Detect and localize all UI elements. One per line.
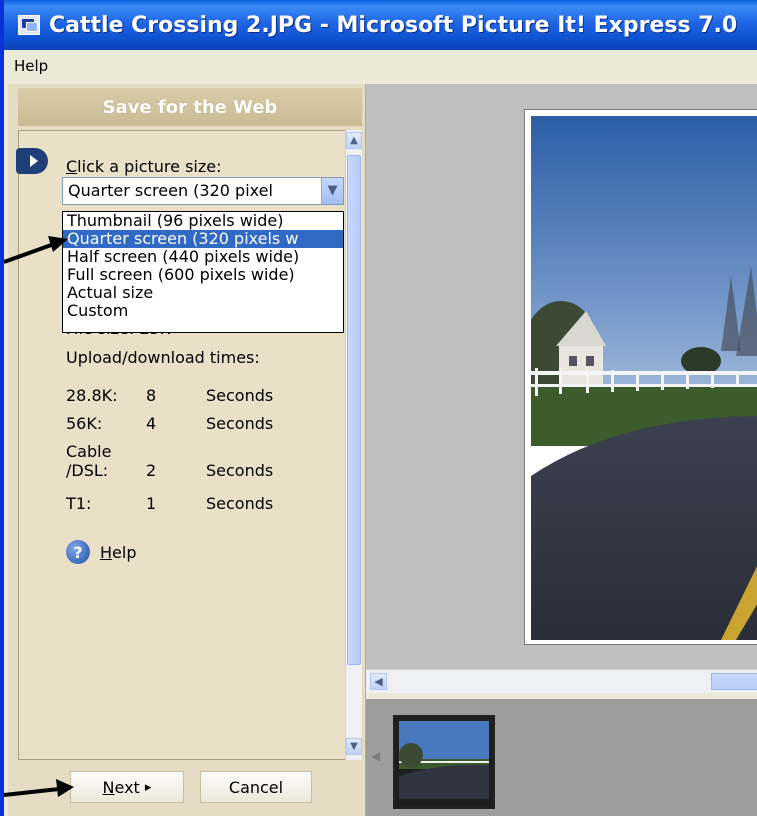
panel-scrollbar[interactable]: ▲ ▼ xyxy=(345,130,362,760)
dropdown-option[interactable]: Actual size xyxy=(63,284,343,302)
chevron-down-icon[interactable]: ▼ xyxy=(321,178,343,204)
photo-frame xyxy=(524,109,757,645)
scrollbar-thumb[interactable] xyxy=(711,673,757,690)
table-row: T1: 1 Seconds xyxy=(66,494,306,514)
next-label: ext xyxy=(114,777,140,797)
menu-help[interactable]: Help xyxy=(14,57,48,75)
app-icon[interactable] xyxy=(18,15,40,35)
next-accel: N xyxy=(102,777,115,797)
image-workspace xyxy=(366,84,757,669)
step-arrow-icon xyxy=(16,148,48,174)
dropdown-option-selected[interactable]: Quarter screen (320 pixels w xyxy=(63,230,343,248)
speed-unit: Seconds xyxy=(206,414,274,433)
speed-unit: Seconds xyxy=(206,461,274,480)
window-title: Cattle Crossing 2.JPG - Microsoft Pictur… xyxy=(49,12,738,38)
dropdown-option[interactable]: Custom xyxy=(63,302,343,320)
dropdown-option[interactable]: Thumbnail (96 pixels wide) xyxy=(63,212,343,230)
triangle-right-icon: ▸ xyxy=(144,779,152,795)
dropdown-option[interactable]: Full screen (600 pixels wide) xyxy=(63,266,343,284)
thumbnail-image xyxy=(399,721,489,799)
dropdown-option[interactable]: Half screen (440 pixels wide) xyxy=(63,248,343,266)
picture-size-select[interactable]: Quarter screen (320 pixel ▼ xyxy=(62,177,344,205)
help-icon[interactable]: ? xyxy=(66,540,90,564)
picture-size-dropdown[interactable]: Thumbnail (96 pixels wide) Quarter scree… xyxy=(62,211,344,333)
scrollbar-thumb[interactable] xyxy=(347,155,361,665)
scroll-down-icon[interactable]: ▼ xyxy=(346,738,362,755)
speed-name: Cable xyxy=(66,442,112,461)
next-button[interactable]: Next ▸ xyxy=(70,771,184,803)
speed-value: 8 xyxy=(146,386,157,405)
filmstrip: ◀ xyxy=(366,699,757,816)
filmstrip-left-icon[interactable]: ◀ xyxy=(371,749,380,763)
speed-name: T1: xyxy=(66,494,92,513)
panel-title: Save for the Web xyxy=(18,88,362,126)
upload-times-label: Upload/download times: xyxy=(66,348,260,367)
picture-size-value: Quarter screen (320 pixel xyxy=(68,181,273,200)
table-row: Cable xyxy=(66,442,306,462)
workspace-scrollbar[interactable]: ◀ xyxy=(366,669,757,693)
scroll-left-icon[interactable]: ◀ xyxy=(370,673,387,690)
photo-preview xyxy=(531,116,757,640)
speed-name: /DSL: xyxy=(66,461,109,480)
speed-unit: Seconds xyxy=(206,386,274,405)
menu-bar: Help xyxy=(8,50,757,82)
help-link[interactable]: Help xyxy=(100,543,136,562)
table-row: /DSL: 2 Seconds xyxy=(66,461,306,481)
speed-unit: Seconds xyxy=(206,494,274,513)
app-window: Cattle Crossing 2.JPG - Microsoft Pictur… xyxy=(0,0,757,816)
thumbnail-cattle-crossing[interactable] xyxy=(393,715,495,809)
speed-value: 1 xyxy=(146,494,157,513)
table-row: 56K: 4 Seconds xyxy=(66,414,306,434)
speed-value: 4 xyxy=(146,414,157,433)
picture-size-label: Click a picture size: xyxy=(66,157,222,176)
table-row: 28.8K: 8 Seconds xyxy=(66,386,306,406)
speed-name: 28.8K: xyxy=(66,386,118,405)
speed-name: 56K: xyxy=(66,414,103,433)
speed-value: 2 xyxy=(146,461,157,480)
title-bar[interactable]: Cattle Crossing 2.JPG - Microsoft Pictur… xyxy=(4,0,757,50)
scroll-up-icon[interactable]: ▲ xyxy=(346,132,362,149)
cancel-button[interactable]: Cancel xyxy=(200,771,312,803)
